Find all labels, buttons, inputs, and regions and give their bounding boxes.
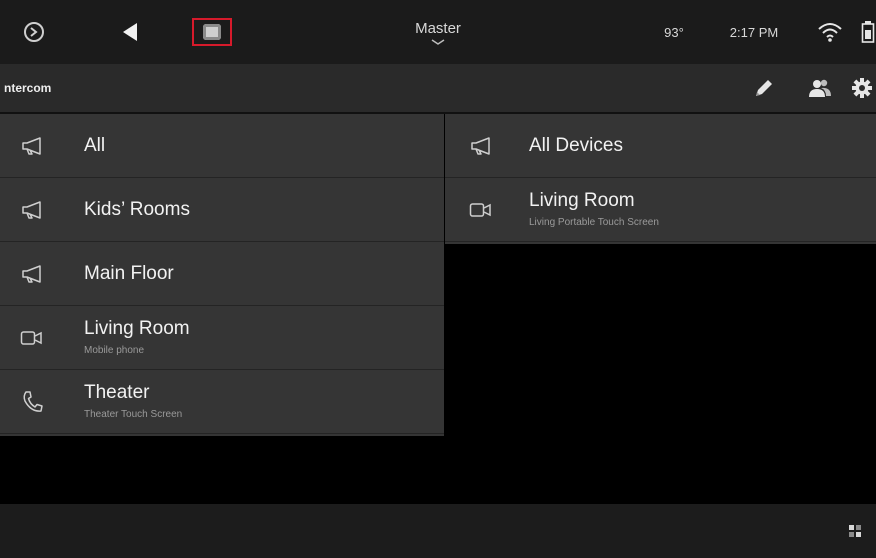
section-header: ntercom bbox=[0, 64, 876, 114]
users-button[interactable] bbox=[800, 64, 840, 112]
gear-icon bbox=[852, 78, 872, 98]
chevron-down-icon bbox=[431, 38, 445, 45]
extension-icon bbox=[849, 525, 861, 537]
edit-icon bbox=[756, 80, 772, 96]
wifi-status bbox=[810, 0, 850, 64]
device-list: All Devices Living Room Living Portable … bbox=[445, 114, 876, 244]
list-item-label: Theater bbox=[84, 381, 150, 403]
megaphone-icon bbox=[14, 178, 50, 242]
temperature: 93° bbox=[664, 24, 684, 40]
extension-button[interactable] bbox=[846, 522, 864, 540]
settings-button[interactable] bbox=[842, 64, 876, 112]
megaphone-icon bbox=[14, 242, 50, 306]
battery-status bbox=[856, 0, 876, 64]
room-name: Master bbox=[415, 19, 461, 37]
content-empty-area bbox=[0, 436, 876, 504]
wifi-icon bbox=[818, 23, 842, 42]
device-button[interactable] bbox=[190, 0, 234, 64]
bottom-bar bbox=[0, 504, 876, 558]
list-item-sublabel: Mobile phone bbox=[84, 344, 145, 356]
list-item-label: Main Floor bbox=[84, 262, 174, 284]
list-item-sublabel: Living Portable Touch Screen bbox=[529, 216, 659, 228]
list-item[interactable]: Main Floor bbox=[0, 242, 444, 306]
device-icon bbox=[203, 24, 221, 40]
list-item[interactable]: Theater Theater Touch Screen bbox=[0, 370, 444, 434]
list-item-label: All Devices bbox=[529, 134, 623, 156]
list-item[interactable]: Kids’ Rooms bbox=[0, 178, 444, 242]
users-icon bbox=[809, 79, 831, 97]
list-item[interactable]: All Devices bbox=[445, 114, 876, 178]
phone-icon bbox=[14, 370, 50, 434]
megaphone-icon bbox=[463, 114, 499, 178]
list-item[interactable]: All bbox=[0, 114, 444, 178]
list-item-sublabel: Theater Touch Screen bbox=[84, 408, 183, 420]
list-item-label: Living Room bbox=[529, 189, 635, 211]
list-item[interactable]: Living Room Mobile phone bbox=[0, 306, 444, 370]
battery-icon bbox=[861, 21, 875, 43]
clock: 2:17 PM bbox=[729, 24, 779, 40]
section-title: ntercom bbox=[4, 81, 52, 95]
edit-button[interactable] bbox=[744, 64, 784, 112]
list-item-label: Living Room bbox=[84, 317, 190, 339]
back-button[interactable] bbox=[108, 0, 152, 64]
room-selector[interactable]: Master bbox=[388, 0, 488, 64]
video-icon bbox=[463, 178, 499, 242]
list-item[interactable]: Living Room Living Portable Touch Screen bbox=[445, 178, 876, 242]
selection-frame bbox=[192, 18, 232, 46]
video-icon bbox=[14, 306, 50, 370]
megaphone-icon bbox=[14, 114, 50, 178]
top-bar: Master 93° 2:17 PM bbox=[0, 0, 876, 64]
home-button[interactable] bbox=[8, 0, 60, 64]
list-item-label: All bbox=[84, 134, 106, 156]
intercom-group-list: All Kids’ Rooms Main Floor Living Room M… bbox=[0, 114, 444, 436]
list-item-label: Kids’ Rooms bbox=[84, 198, 190, 220]
home-icon bbox=[24, 22, 44, 42]
back-icon bbox=[123, 23, 137, 41]
